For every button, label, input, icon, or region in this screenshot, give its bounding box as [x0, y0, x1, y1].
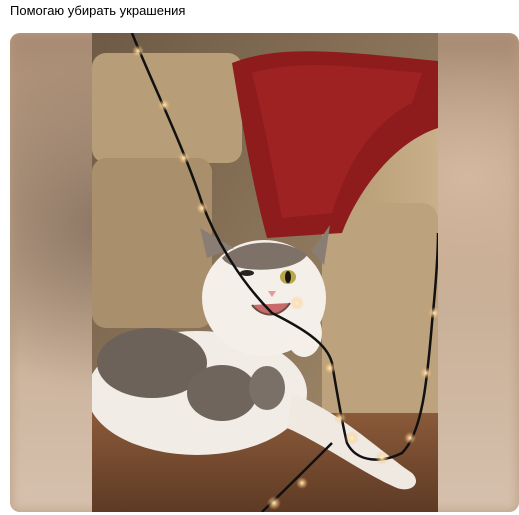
- cat-biting-string-lights-icon: [92, 33, 438, 512]
- post-photo[interactable]: [92, 33, 438, 512]
- post-photo-frame[interactable]: [10, 33, 519, 512]
- post-caption: Помогаю убирать украшения: [10, 3, 186, 18]
